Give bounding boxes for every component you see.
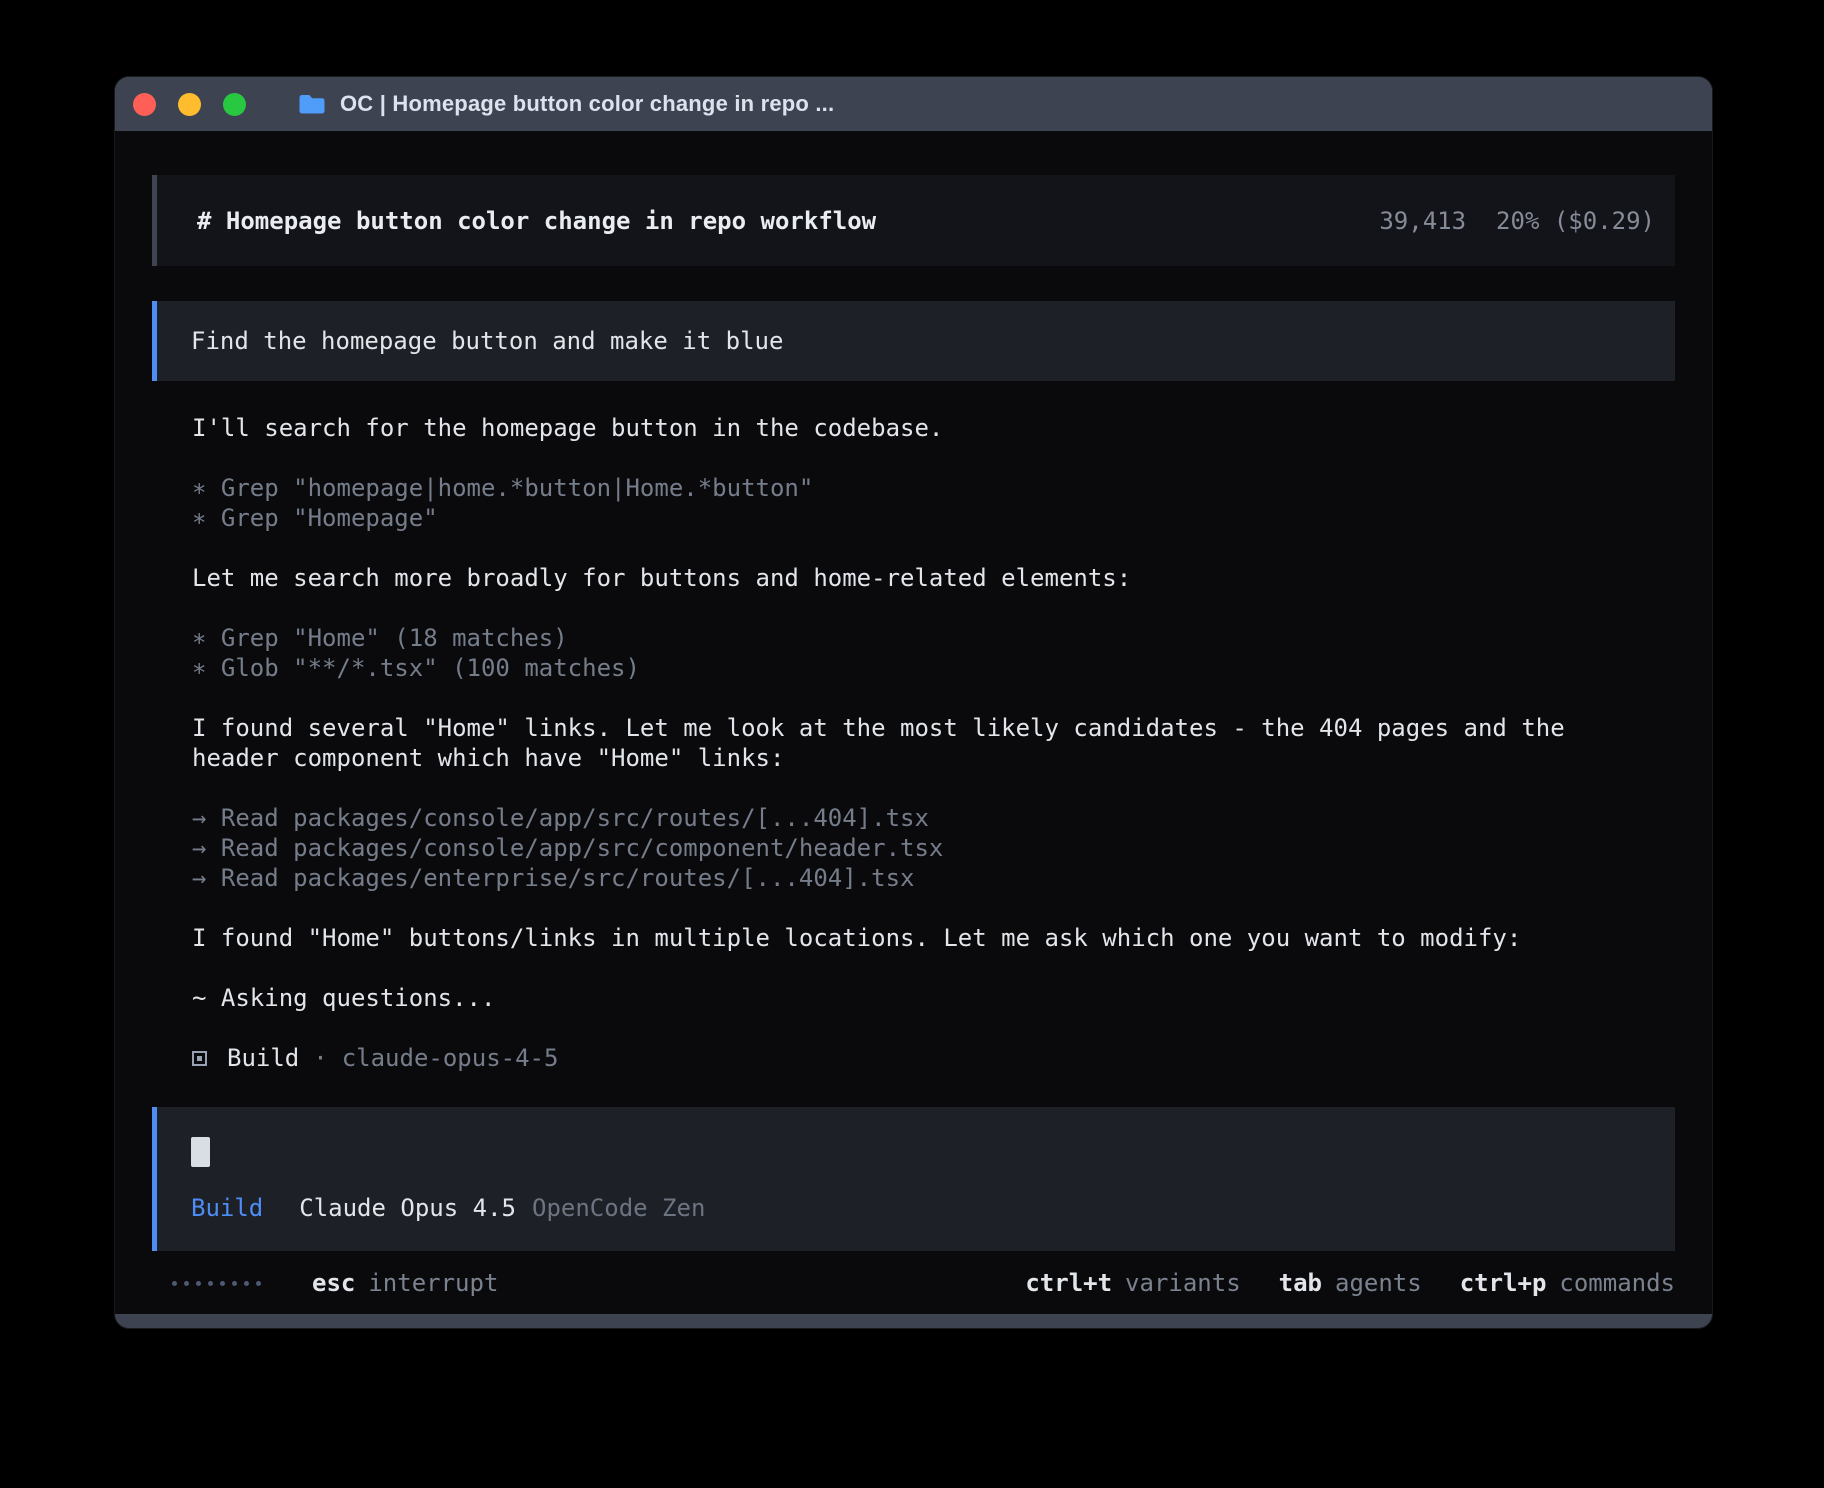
status-left: esc interrupt — [172, 1268, 498, 1298]
dot — [220, 1281, 225, 1286]
close-button[interactable] — [133, 93, 156, 116]
agent-name: Build — [227, 1043, 299, 1073]
terminal-content: # Homepage button color change in repo w… — [115, 131, 1712, 1314]
task-icon-dot — [197, 1056, 202, 1061]
token-count: 39,413 — [1379, 207, 1466, 235]
session-title: # Homepage button color change in repo w… — [197, 207, 876, 235]
dot — [196, 1281, 201, 1286]
assistant-paragraph: I found "Home" buttons/links in multiple… — [192, 923, 1652, 953]
window-title: OC | Homepage button color change in rep… — [340, 91, 834, 117]
window-titlebar[interactable]: OC | Homepage button color change in rep… — [115, 77, 1712, 131]
agent-mode-label[interactable]: Build — [191, 1193, 263, 1223]
tool-call-read: → Read packages/console/app/src/routes/[… — [192, 803, 1652, 833]
dot — [208, 1281, 213, 1286]
dot — [232, 1281, 237, 1286]
tool-call-glob: ∗ Glob "**/*.tsx" (100 matches) — [192, 653, 1652, 683]
shortcut-key: ctrl+p — [1460, 1268, 1547, 1298]
tool-call-group: ∗ Grep "Home" (18 matches) ∗ Glob "**/*.… — [192, 623, 1652, 683]
separator-dot: · — [313, 1043, 327, 1073]
esc-action-label: interrupt — [368, 1268, 498, 1298]
context-cost: 20% ($0.29) — [1496, 207, 1655, 235]
dot — [172, 1281, 177, 1286]
spinner-dots-icon — [172, 1281, 268, 1286]
folder-icon — [298, 93, 326, 115]
tool-call-group: → Read packages/console/app/src/routes/[… — [192, 803, 1652, 893]
tool-call-grep: ∗ Grep "Home" (18 matches) — [192, 623, 1652, 653]
tool-call-grep: ∗ Grep "Homepage" — [192, 503, 1652, 533]
shortcut-label: commands — [1559, 1268, 1675, 1298]
agent-model: claude-opus-4-5 — [342, 1043, 559, 1073]
session-header: # Homepage button color change in repo w… — [152, 175, 1675, 266]
model-name[interactable]: Claude Opus 4.5 — [299, 1193, 516, 1223]
shortcut-key: tab — [1279, 1268, 1322, 1298]
text-cursor — [191, 1137, 210, 1167]
dot — [244, 1281, 249, 1286]
minimize-button[interactable] — [178, 93, 201, 116]
tool-call-grep: ∗ Grep "homepage|home.*button|Home.*butt… — [192, 473, 1652, 503]
user-message-text: Find the homepage button and make it blu… — [191, 327, 783, 355]
esc-key-hint: esc — [312, 1268, 355, 1298]
assistant-status-text: ~ Asking questions... — [192, 983, 1652, 1013]
tool-call-read: → Read packages/console/app/src/componen… — [192, 833, 1652, 863]
agent-status-line: Build · claude-opus-4-5 — [192, 1043, 1652, 1073]
provider-name: OpenCode Zen — [532, 1193, 705, 1223]
shortcut-key: ctrl+t — [1025, 1268, 1112, 1298]
status-bar: esc interrupt ctrl+t variants tab agents… — [152, 1268, 1675, 1298]
status-right: ctrl+t variants tab agents ctrl+p comman… — [987, 1268, 1675, 1298]
shortcut-agents: tab agents — [1279, 1268, 1422, 1298]
assistant-response: I'll search for the homepage button in t… — [192, 413, 1652, 1073]
session-stats: 39,413 20% ($0.29) — [1379, 207, 1655, 235]
zoom-button[interactable] — [223, 93, 246, 116]
shortcut-commands: ctrl+p commands — [1460, 1268, 1675, 1298]
assistant-paragraph: Let me search more broadly for buttons a… — [192, 563, 1652, 593]
dot — [256, 1281, 261, 1286]
shortcut-label: variants — [1125, 1268, 1241, 1298]
tool-call-group: ∗ Grep "homepage|home.*button|Home.*butt… — [192, 473, 1652, 533]
dot — [184, 1281, 189, 1286]
tool-call-read: → Read packages/enterprise/src/routes/[.… — [192, 863, 1652, 893]
input-footer: Build Claude Opus 4.5 OpenCode Zen — [191, 1193, 1635, 1223]
user-message: Find the homepage button and make it blu… — [152, 301, 1675, 381]
assistant-paragraph: I'll search for the homepage button in t… — [192, 413, 1652, 443]
assistant-paragraph: I found several "Home" links. Let me loo… — [192, 713, 1652, 773]
terminal-window: OC | Homepage button color change in rep… — [115, 77, 1712, 1328]
shortcut-variants: ctrl+t variants — [1025, 1268, 1240, 1298]
task-icon — [192, 1051, 207, 1066]
shortcut-label: agents — [1335, 1268, 1422, 1298]
traffic-lights — [133, 93, 268, 116]
prompt-input[interactable]: Build Claude Opus 4.5 OpenCode Zen — [152, 1107, 1675, 1251]
